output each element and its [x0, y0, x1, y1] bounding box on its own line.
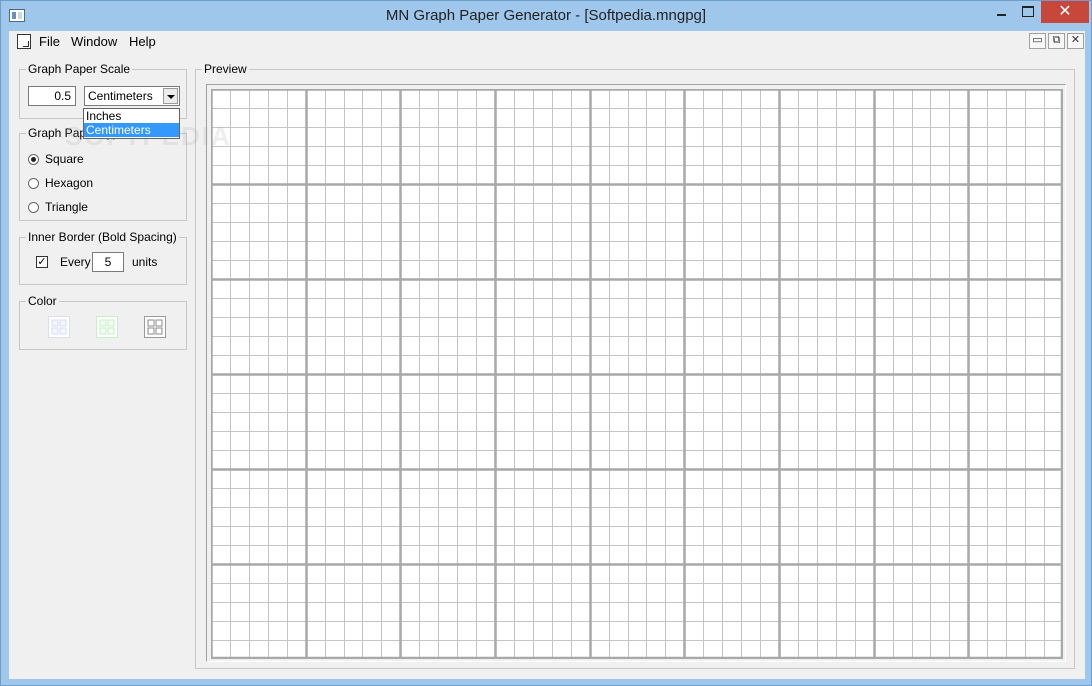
- radio-button[interactable]: [28, 178, 39, 189]
- mdi-close-button[interactable]: ✕: [1067, 33, 1084, 49]
- mdi-minimize-button[interactable]: ▭: [1029, 33, 1046, 49]
- app-window: MN Graph Paper Generator - [Softpedia.mn…: [0, 0, 1092, 686]
- background-color-swatch[interactable]: [48, 316, 70, 338]
- preview-legend: Preview: [202, 62, 249, 76]
- radio-button[interactable]: [28, 202, 39, 213]
- radio-hexagon[interactable]: Hexagon: [28, 176, 148, 192]
- menu-bar: File Window Help ▭ ⧉ ✕: [9, 31, 1085, 53]
- color-group: Color: [19, 294, 187, 350]
- close-button[interactable]: ✕: [1041, 1, 1089, 23]
- scale-value-input[interactable]: 0.5: [28, 86, 76, 106]
- maximize-button[interactable]: [1015, 1, 1039, 23]
- document-icon[interactable]: [17, 34, 31, 49]
- inner-border-group: Inner Border (Bold Spacing) ✓ Every 5 un…: [19, 230, 187, 285]
- radio-triangle[interactable]: Triangle: [28, 200, 148, 216]
- major-line-color-swatch[interactable]: [144, 316, 166, 338]
- title-bar: MN Graph Paper Generator - [Softpedia.mn…: [1, 1, 1091, 31]
- client-area: File Window Help ▭ ⧉ ✕ Graph Paper Scale…: [9, 31, 1085, 679]
- minor-line-color-swatch[interactable]: [96, 316, 118, 338]
- menu-file[interactable]: File: [39, 34, 60, 49]
- menu-window[interactable]: Window: [71, 34, 117, 49]
- every-label: Every: [60, 255, 91, 269]
- window-title: MN Graph Paper Generator - [Softpedia.mn…: [385, 7, 707, 24]
- unit-dropdown-list: Inches Centimeters: [83, 108, 180, 139]
- inner-border-checkbox[interactable]: ✓: [36, 256, 48, 268]
- radio-label-square: Square: [45, 152, 84, 166]
- unit-select-value: Centimeters: [88, 89, 153, 103]
- unit-select[interactable]: Centimeters: [84, 86, 180, 106]
- paper-type-group: Graph Paper Type Square Hexagon Triangle: [19, 126, 187, 221]
- unit-option-centimeters[interactable]: Centimeters: [84, 123, 179, 137]
- unit-option-inches[interactable]: Inches: [84, 109, 179, 123]
- units-label: units: [132, 255, 158, 269]
- preview-group: Preview: [195, 62, 1075, 669]
- bold-spacing-input[interactable]: 5: [92, 252, 124, 272]
- graph-paper-grid: [210, 88, 1064, 660]
- color-legend: Color: [26, 294, 59, 308]
- radio-square[interactable]: Square: [28, 152, 148, 168]
- minimize-button[interactable]: [991, 1, 1013, 23]
- chevron-down-icon[interactable]: [163, 88, 178, 104]
- scale-legend: Graph Paper Scale: [26, 62, 133, 76]
- mdi-restore-button[interactable]: ⧉: [1048, 33, 1065, 49]
- radio-label-triangle: Triangle: [45, 200, 88, 214]
- radio-label-hexagon: Hexagon: [45, 176, 94, 190]
- radio-button-checked[interactable]: [28, 154, 39, 165]
- graph-paper-preview: [210, 88, 1064, 660]
- inner-border-legend: Inner Border (Bold Spacing): [26, 230, 179, 244]
- preview-frame: [206, 84, 1066, 662]
- menu-help[interactable]: Help: [129, 34, 156, 49]
